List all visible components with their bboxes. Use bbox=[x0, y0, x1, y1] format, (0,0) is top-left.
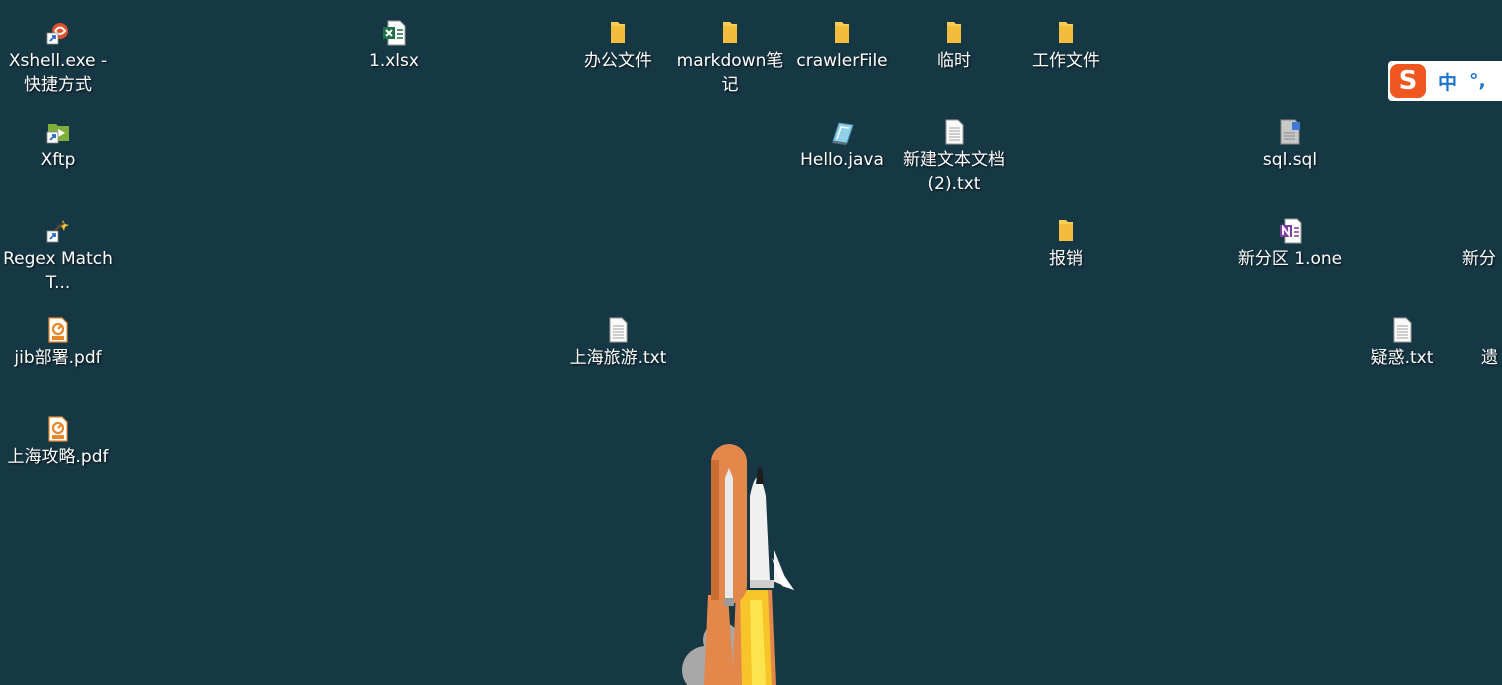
desktop-icon-regex-match[interactable]: Regex Match T... bbox=[2, 218, 114, 295]
icon-label: 临时 bbox=[937, 51, 971, 71]
shuttle-icon bbox=[682, 444, 794, 685]
icon-label: 遗 bbox=[1481, 348, 1498, 368]
desktop-icon-folder-markdown[interactable]: markdown笔记 bbox=[674, 20, 786, 97]
text-file-icon bbox=[605, 317, 631, 343]
icon-label: jib部署.pdf bbox=[14, 348, 102, 368]
ime-punctuation-toggle[interactable]: °, bbox=[1469, 70, 1486, 92]
sogou-ime-bar[interactable]: S 中 °, bbox=[1388, 61, 1502, 101]
desktop-icon-sql-sql[interactable]: sql.sql bbox=[1234, 119, 1346, 172]
sogou-logo-icon[interactable]: S bbox=[1390, 64, 1426, 98]
onenote-file-icon bbox=[1277, 218, 1303, 244]
desktop-icon-partial-right[interactable]: 遗 bbox=[1440, 317, 1502, 370]
text-file-icon bbox=[1389, 317, 1415, 343]
desktop-icon-jib-pdf[interactable]: jib部署.pdf bbox=[2, 317, 114, 370]
folder-icon bbox=[717, 20, 743, 46]
folder-icon bbox=[1053, 218, 1079, 244]
desktop-icon-xshell[interactable]: Xshell.exe - 快捷方式 bbox=[2, 20, 114, 97]
desktop-icon-folder-bangong[interactable]: 办公文件 bbox=[562, 20, 674, 73]
desktop-icon-shanghai-lvyou-txt[interactable]: 上海旅游.txt bbox=[562, 317, 674, 370]
excel-file-icon bbox=[381, 20, 407, 46]
desktop-icon-hello-java[interactable]: Hello.java bbox=[786, 119, 898, 172]
icon-label: 1.xlsx bbox=[369, 51, 419, 71]
desktop-icon-folder-crawler[interactable]: crawlerFile bbox=[786, 20, 898, 73]
desktop-icon-folder-gongzuo[interactable]: 工作文件 bbox=[1010, 20, 1122, 73]
icon-label: 报销 bbox=[1049, 249, 1083, 269]
desktop-icon-shanghai-gonglue-pdf[interactable]: 上海攻略.pdf bbox=[2, 416, 114, 469]
icon-label: 办公文件 bbox=[584, 51, 652, 71]
ime-mode-toggle[interactable]: 中 bbox=[1438, 68, 1457, 95]
icon-label: 新建文本文档(2).txt bbox=[903, 150, 1005, 194]
folder-icon bbox=[941, 20, 967, 46]
desktop-icon-new-txt-2[interactable]: 新建文本文档(2).txt bbox=[898, 119, 1010, 196]
icon-label: 上海旅游.txt bbox=[569, 348, 667, 368]
wallpaper-shuttle-illustration bbox=[676, 440, 806, 685]
desktop-icon-1-xlsx[interactable]: 1.xlsx bbox=[338, 20, 450, 73]
icon-label: Xshell.exe - 快捷方式 bbox=[8, 51, 108, 95]
sql-file-icon bbox=[1277, 119, 1303, 145]
text-file-icon bbox=[941, 119, 967, 145]
xftp-shortcut-icon bbox=[45, 119, 71, 145]
pdf-file-icon bbox=[45, 416, 71, 442]
icon-label: Regex Match T... bbox=[3, 249, 113, 293]
folder-icon bbox=[1053, 20, 1079, 46]
icon-label: markdown笔记 bbox=[676, 51, 784, 95]
desktop-icon-xftp[interactable]: Xftp bbox=[2, 119, 114, 172]
regex-shortcut-icon bbox=[45, 218, 71, 244]
icon-label: crawlerFile bbox=[796, 51, 888, 71]
desktop: Xshell.exe - 快捷方式 1.xlsx 办公文件 markdown笔记… bbox=[0, 0, 1502, 685]
folder-icon bbox=[829, 20, 855, 46]
icon-label: 新分区 1.one bbox=[1237, 249, 1343, 269]
xshell-shortcut-icon bbox=[45, 20, 71, 46]
icon-label: sql.sql bbox=[1262, 150, 1318, 170]
desktop-icon-folder-linshi[interactable]: 临时 bbox=[898, 20, 1010, 73]
icon-label: 新分 bbox=[1462, 249, 1496, 269]
pdf-file-icon bbox=[45, 317, 71, 343]
folder-icon bbox=[605, 20, 631, 46]
java-file-icon bbox=[829, 119, 855, 145]
desktop-icon-onenote-2-partial[interactable]: 新分 bbox=[1430, 218, 1502, 271]
icon-label: Xftp bbox=[40, 150, 76, 170]
icon-label: 上海攻略.pdf bbox=[7, 447, 109, 467]
desktop-icon-onenote-1[interactable]: 新分区 1.one bbox=[1234, 218, 1346, 271]
desktop-icon-folder-baoxiao[interactable]: 报销 bbox=[1010, 218, 1122, 271]
icon-label: Hello.java bbox=[800, 150, 884, 170]
icon-label: 工作文件 bbox=[1032, 51, 1100, 71]
